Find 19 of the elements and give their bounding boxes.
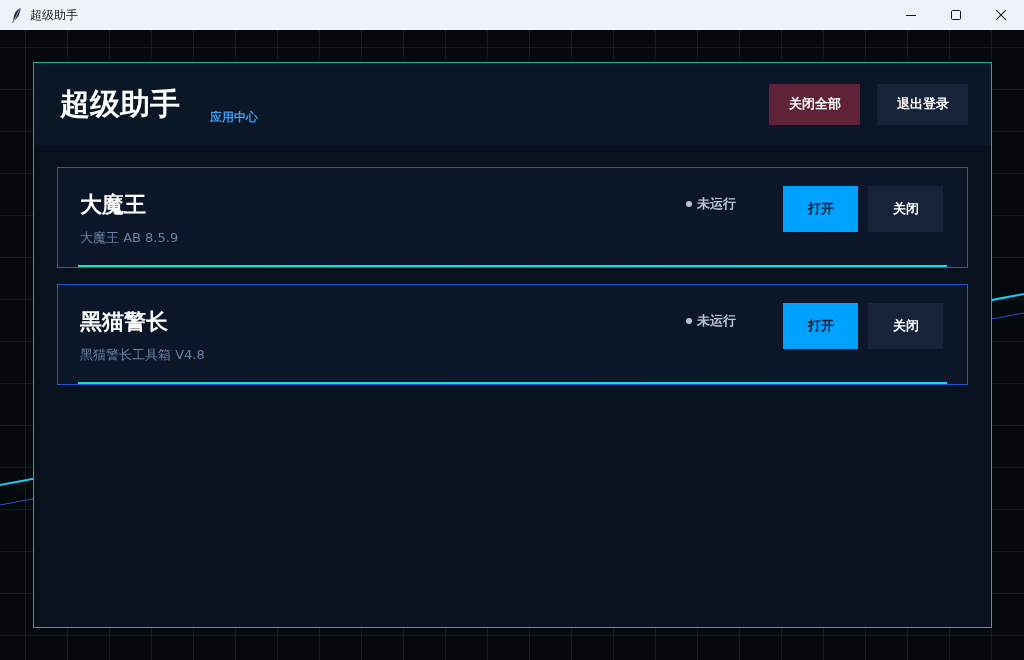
close-all-button[interactable]: 关闭全部	[769, 83, 860, 125]
logout-button[interactable]: 退出登录	[877, 83, 968, 125]
close-app-button[interactable]: 关闭	[868, 303, 943, 349]
open-button[interactable]: 打开	[783, 303, 858, 349]
open-button[interactable]: 打开	[783, 186, 858, 232]
app-title: 超级助手	[60, 86, 180, 122]
app-name: 大魔王	[80, 191, 147, 219]
close-app-button[interactable]: 关闭	[868, 186, 943, 232]
status-text: 未运行	[697, 312, 736, 330]
feather-icon	[12, 7, 21, 23]
app-version: 黑猫警长工具箱 V4.8	[80, 346, 206, 364]
maximize-icon	[950, 10, 961, 20]
close-icon	[995, 10, 1006, 20]
window-title: 超级助手	[30, 7, 78, 23]
app-name: 黑猫警长	[80, 308, 169, 336]
app-version: 大魔王 AB 8.5.9	[80, 229, 180, 247]
minimize-icon	[905, 14, 916, 16]
status-text: 未运行	[697, 195, 736, 213]
section-label: 应用中心	[210, 109, 258, 125]
